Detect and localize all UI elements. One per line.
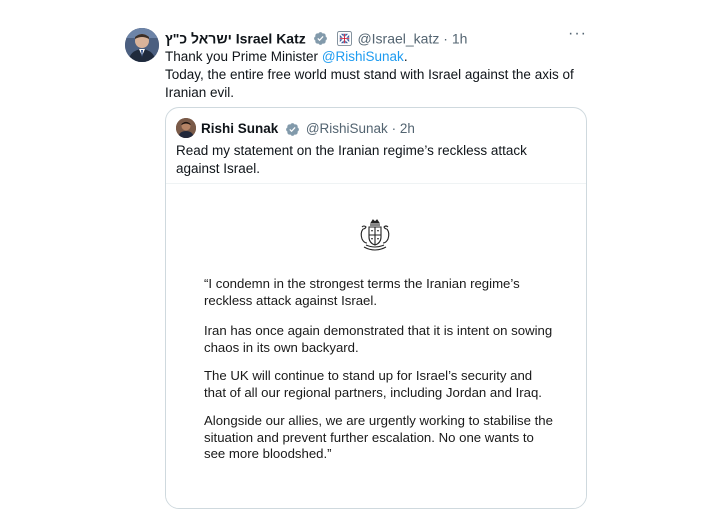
avatar-rishi-sunak[interactable]	[176, 118, 196, 138]
verified-badge-icon	[286, 123, 299, 136]
author-name[interactable]: ישראל כ"ץ Israel Katz	[165, 30, 306, 46]
mention-link[interactable]: @RishiSunak	[322, 49, 404, 64]
quoted-tweet[interactable]: Rishi Sunak @RishiSunak · 2h Read my sta…	[165, 107, 587, 509]
tweet-text-line1: Thank you Prime Minister @RishiSunak.	[165, 48, 585, 66]
tweet-text: Thank you Prime Minister @RishiSunak. To…	[165, 48, 585, 102]
more-options-icon[interactable]: ···	[568, 26, 588, 42]
tweet[interactable]: ישראל כ"ץ Israel Katz @Israel_katz · 1h …	[0, 0, 706, 509]
statement-paragraph-1: “I condemn in the strongest terms the Ir…	[204, 276, 520, 308]
separator-dot: ·	[391, 121, 397, 136]
tweet-text-prefix: Thank you Prime Minister	[165, 49, 322, 64]
verified-badge-icon	[313, 31, 327, 45]
statement-paragraph-2: Iran has once again demonstrated that it…	[204, 323, 553, 355]
author-handle[interactable]: @Israel_katz	[357, 30, 439, 46]
quoted-header: Rishi Sunak @RishiSunak · 2h	[201, 120, 415, 138]
tweet-header: ישראל כ"ץ Israel Katz @Israel_katz · 1h	[165, 28, 467, 46]
statement-paragraph-3: The UK will continue to stand up for Isr…	[204, 368, 542, 400]
tweet-text-suffix: .	[403, 49, 408, 64]
statement-image[interactable]: “I condemn in the strongest terms the Ir…	[166, 183, 586, 508]
quoted-author-name[interactable]: Rishi Sunak	[201, 121, 278, 136]
royal-coat-of-arms-icon	[360, 219, 390, 251]
avatar-israel-katz[interactable]	[125, 28, 159, 62]
separator-dot: ·	[443, 30, 448, 47]
quoted-author-handle[interactable]: @RishiSunak	[306, 121, 388, 136]
tweet-timestamp[interactable]: 1h	[452, 30, 468, 46]
quoted-timestamp[interactable]: 2h	[400, 121, 415, 136]
government-affiliate-icon	[336, 30, 352, 46]
quoted-text: Read my statement on the Iranian regime’…	[176, 143, 527, 176]
tweet-text-line2: Today, the entire free world must stand …	[165, 67, 574, 100]
statement-paragraph-4: Alongside our allies, we are urgently wo…	[204, 413, 553, 461]
